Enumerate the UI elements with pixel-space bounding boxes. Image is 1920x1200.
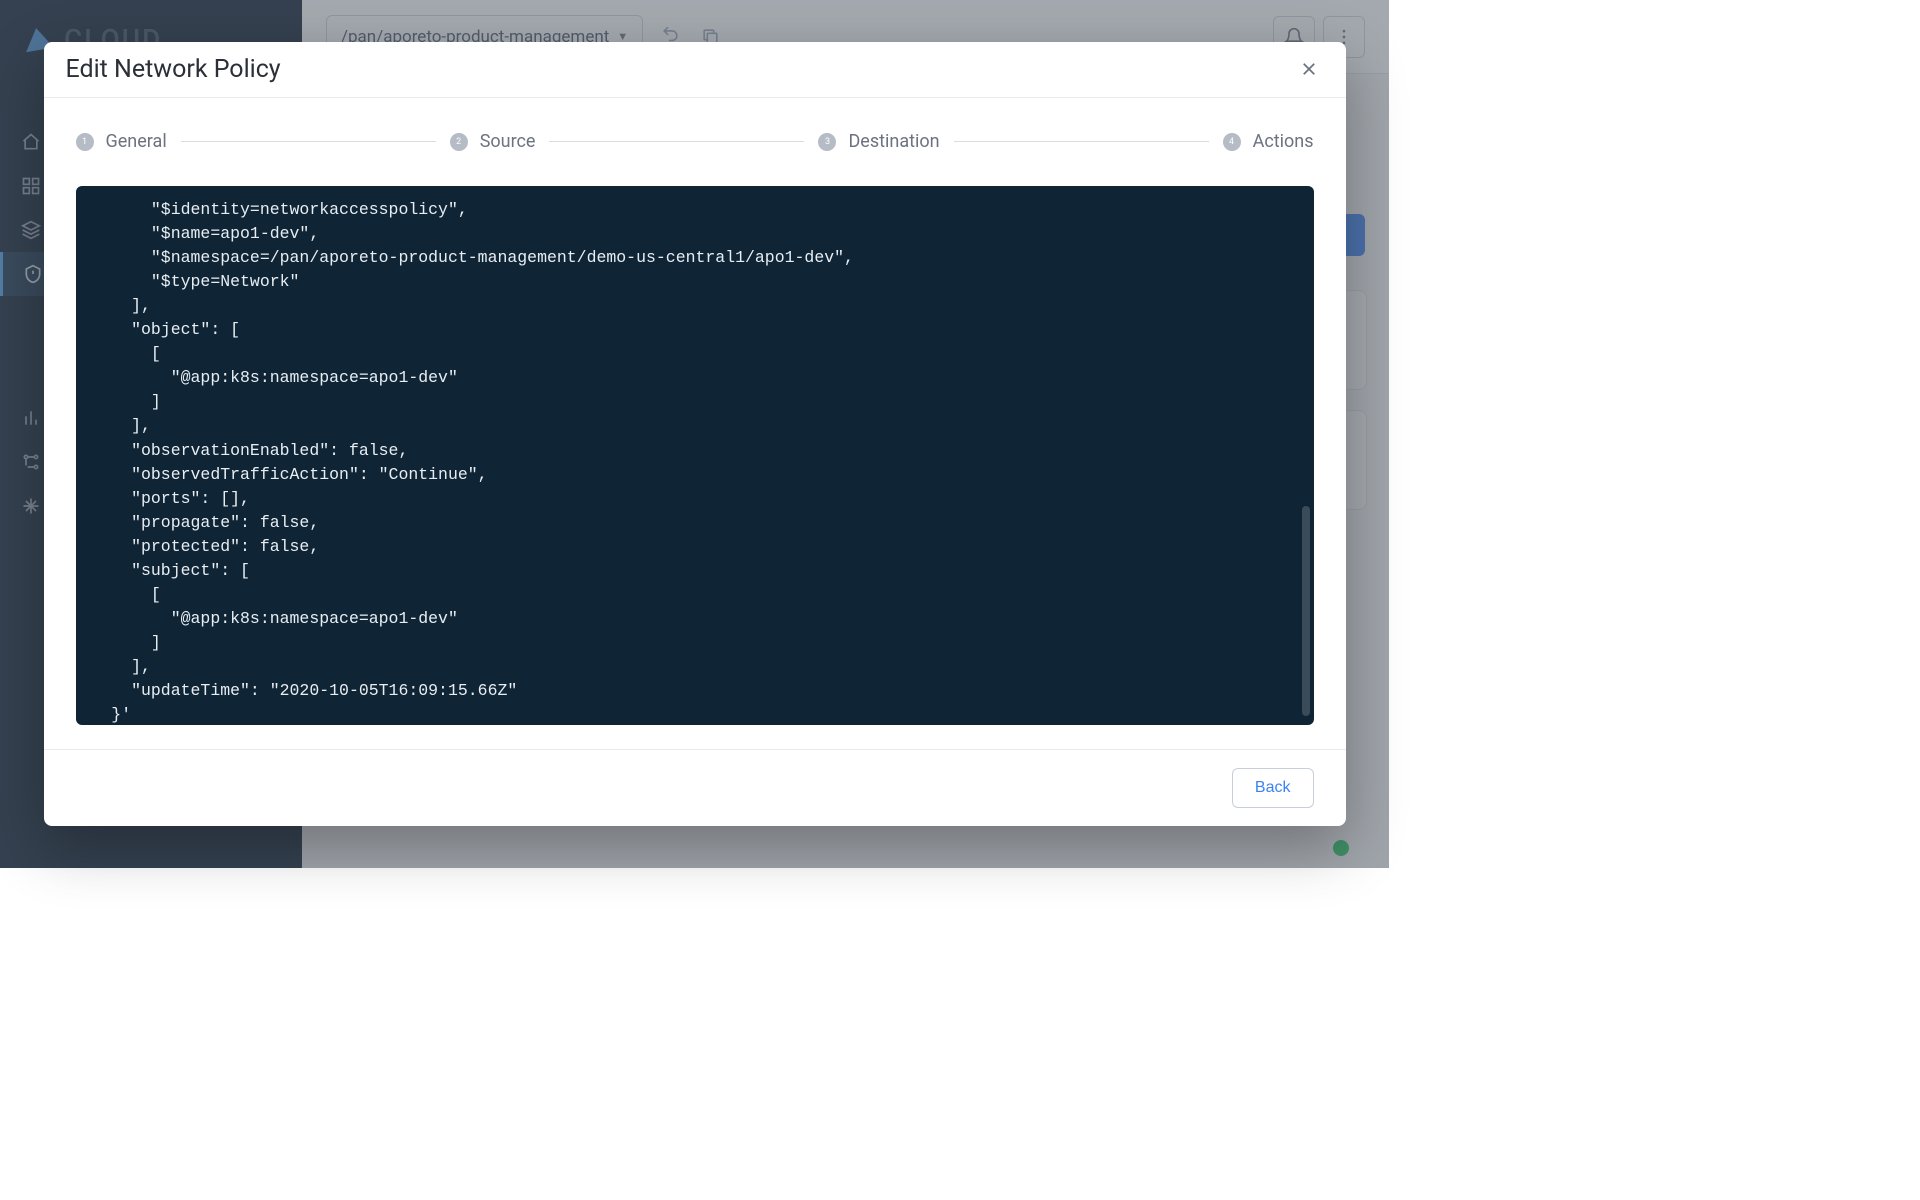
close-icon xyxy=(1300,60,1318,78)
step-source[interactable]: 2 Source xyxy=(450,131,536,152)
scrollbar[interactable] xyxy=(1302,506,1310,716)
modal-footer: Back xyxy=(44,749,1346,826)
modal-title: Edit Network Policy xyxy=(66,55,281,84)
stepper: 1 General 2 Source 3 Destination 4 Actio… xyxy=(44,98,1346,186)
modal-overlay: Edit Network Policy 1 General 2 Source 3 xyxy=(0,0,1389,868)
step-destination[interactable]: 3 Destination xyxy=(818,131,939,152)
step-actions[interactable]: 4 Actions xyxy=(1223,131,1314,152)
edit-network-policy-modal: Edit Network Policy 1 General 2 Source 3 xyxy=(44,42,1346,826)
step-general[interactable]: 1 General xyxy=(76,131,167,152)
back-button[interactable]: Back xyxy=(1232,768,1314,808)
close-button[interactable] xyxy=(1294,54,1324,84)
code-viewer[interactable]: "$identity=networkaccesspolicy", "$name=… xyxy=(76,186,1314,725)
modal-header: Edit Network Policy xyxy=(44,42,1346,98)
